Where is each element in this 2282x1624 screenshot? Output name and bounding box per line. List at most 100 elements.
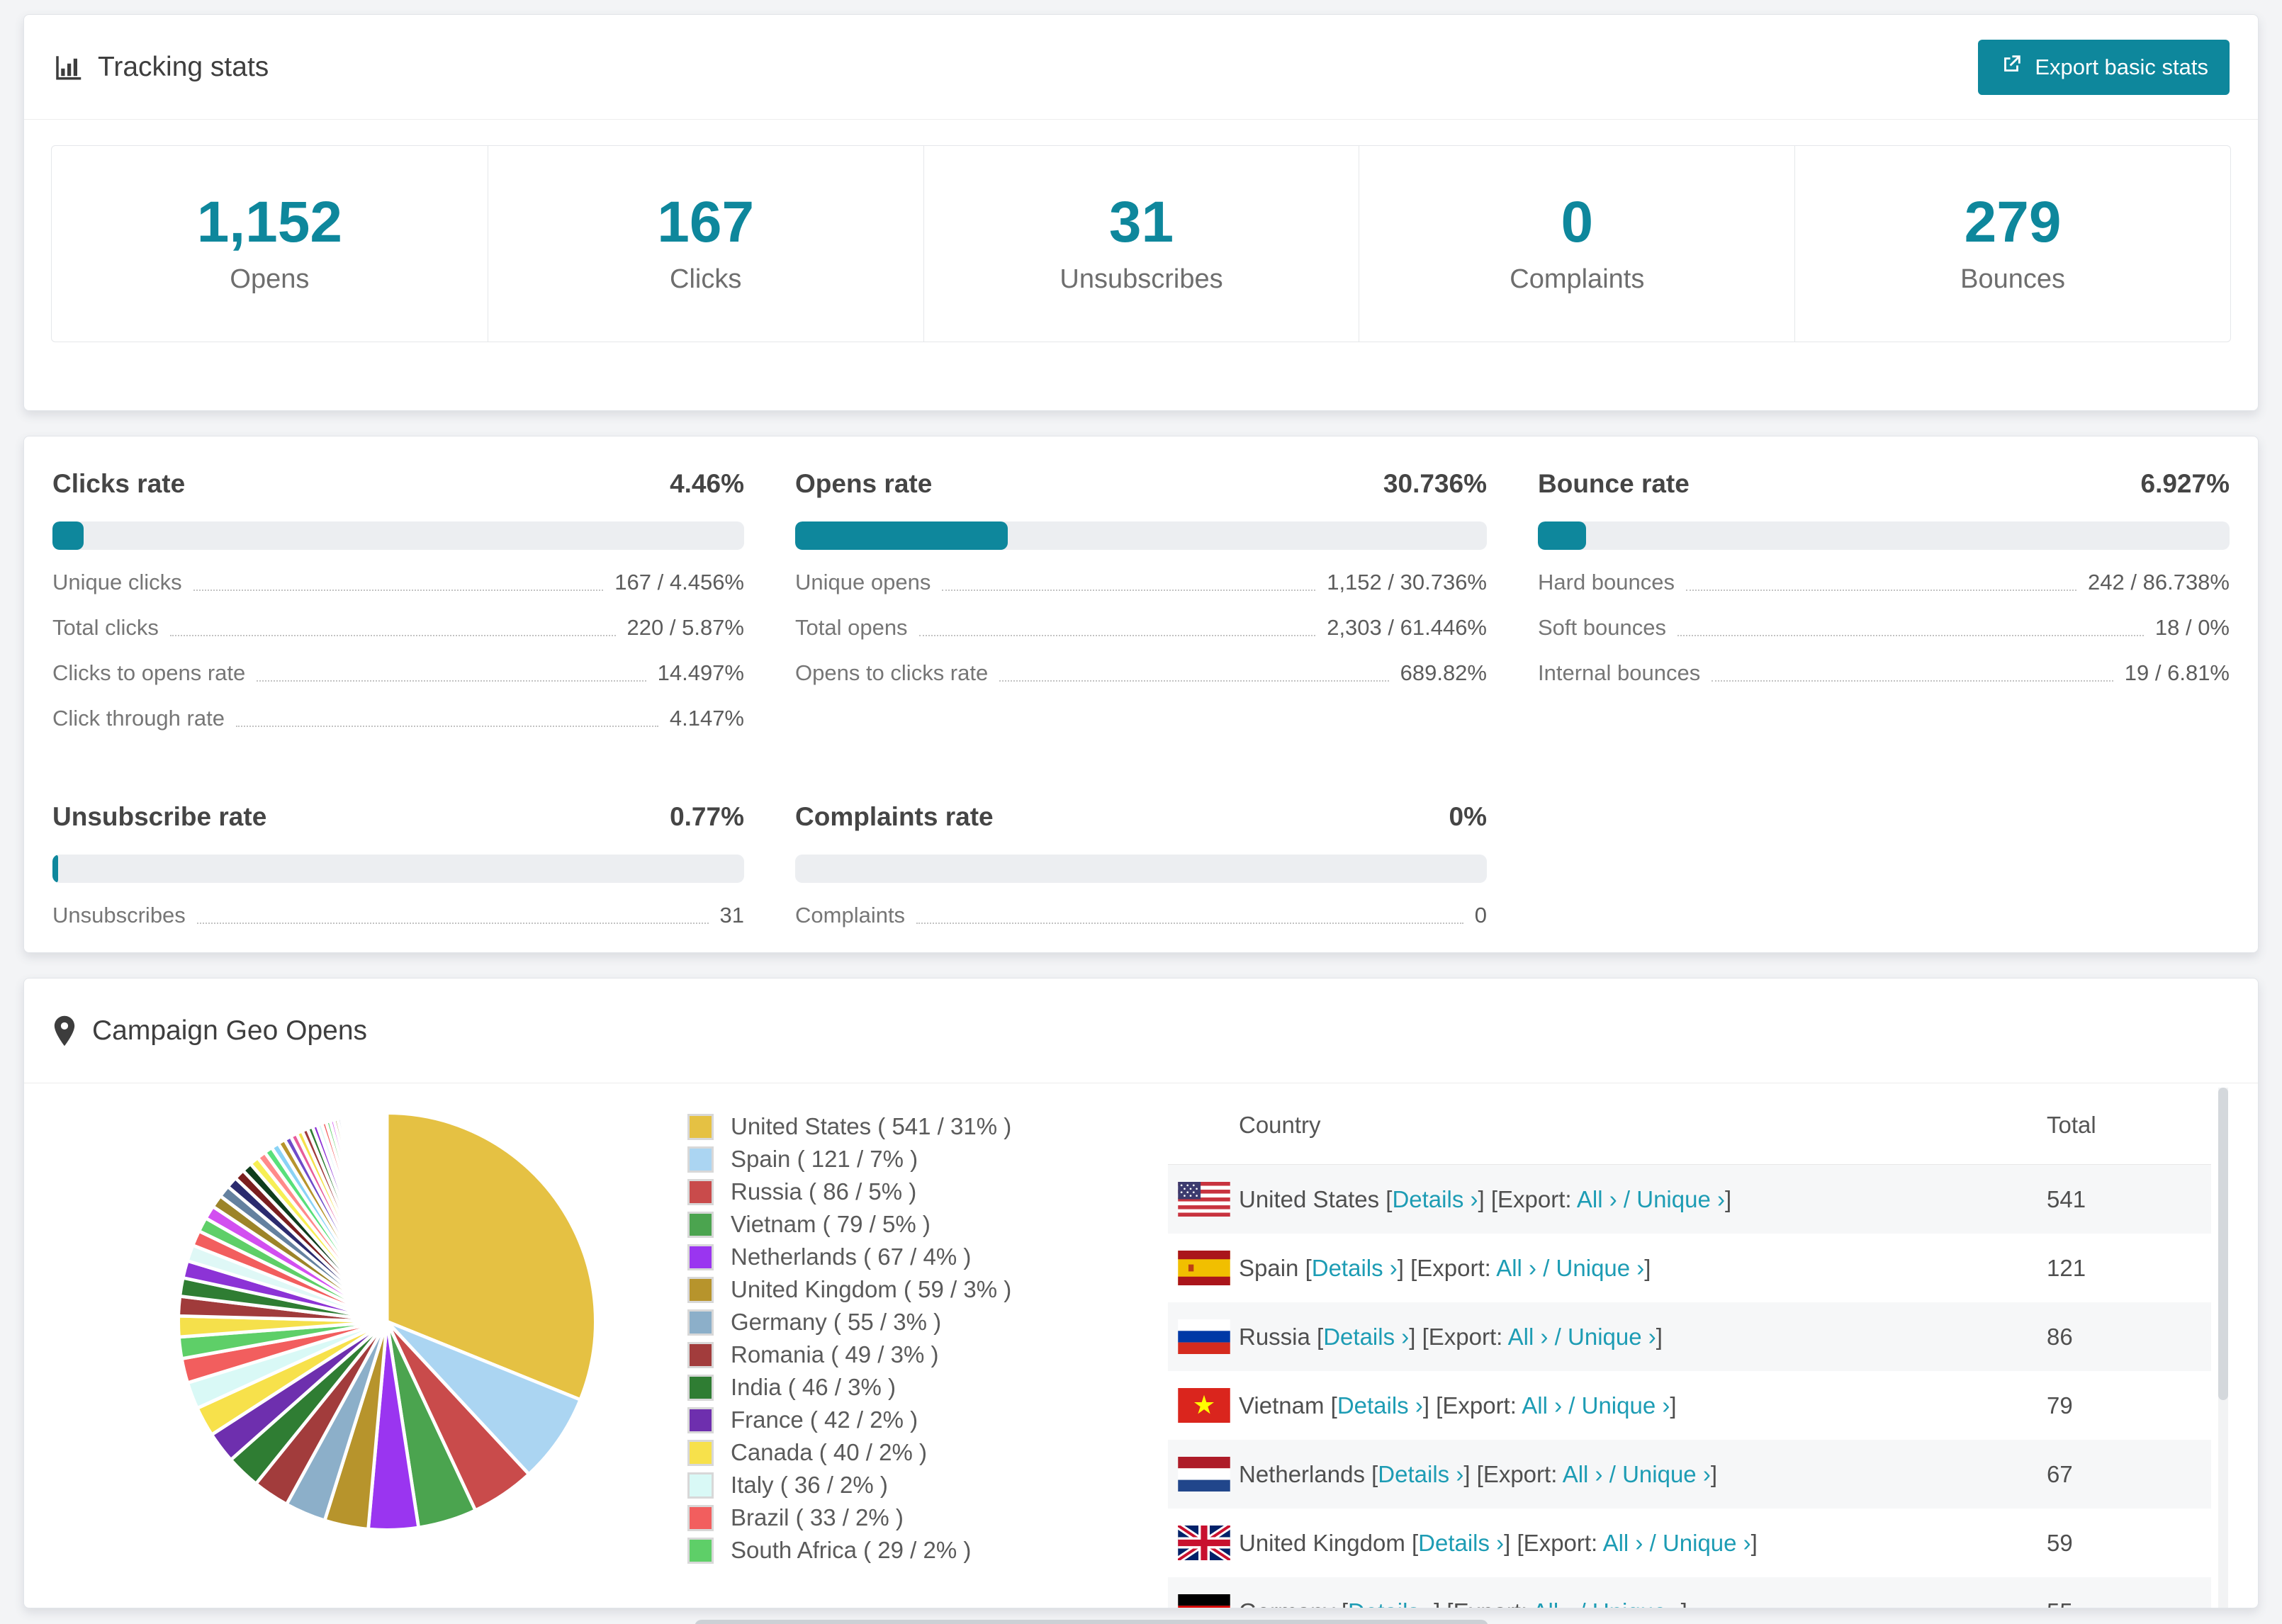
country-flag-icon	[1178, 1319, 1230, 1354]
details-link[interactable]: Details ›	[1392, 1186, 1478, 1212]
summary-label: Complaints	[1510, 264, 1645, 294]
country-cell: United Kingdom [Details ›] [Export: All …	[1239, 1529, 1758, 1556]
tracking-stats-title: Tracking stats	[52, 52, 269, 83]
rate-stat-value: 0	[1474, 903, 1487, 927]
rate-stat-value: 242 / 86.738%	[2088, 570, 2230, 594]
rate-stat-label: Hard bounces	[1538, 570, 1675, 594]
rate-value: 6.927%	[2140, 469, 2230, 498]
table-row: Germany [Details ›] [Export: All › / Uni…	[1168, 1577, 2211, 1608]
legend-label: Romania ( 49 / 3% )	[731, 1341, 939, 1368]
geo-content: United States ( 541 / 31% ) Spain ( 121 …	[24, 1083, 2258, 1608]
legend-swatch	[687, 1439, 714, 1466]
table-vertical-scrollbar[interactable]	[2218, 1088, 2228, 1608]
export-all-link[interactable]: All ›	[1496, 1255, 1536, 1281]
geo-opens-header: Campaign Geo Opens	[24, 979, 2258, 1083]
summary-cell: 0 Complaints	[1359, 146, 1794, 342]
rates-card: Clicks rate 4.46% Unique clicks 167 / 4.…	[23, 436, 2259, 953]
country-flag-icon	[1178, 1388, 1230, 1423]
tracking-stats-card: Tracking stats Export basic stats 1,152 …	[23, 14, 2259, 411]
total-cell: 79	[2047, 1392, 2073, 1419]
rate-stat-value: 689.82%	[1400, 660, 1487, 685]
rate-stat-label: Internal bounces	[1538, 660, 1701, 685]
rate-stat-label: Opens to clicks rate	[795, 660, 989, 685]
export-unique-link[interactable]: Unique ›	[1663, 1530, 1751, 1556]
rate-progress-bar	[52, 855, 744, 883]
export-all-link[interactable]: All ›	[1522, 1392, 1562, 1419]
export-basic-stats-button[interactable]: Export basic stats	[1978, 39, 2230, 95]
details-link[interactable]: Details ›	[1378, 1461, 1463, 1487]
rate-stat-row: Soft bounces 18 / 0%	[1538, 615, 2230, 641]
rate-progress-bar	[795, 855, 1487, 883]
legend-label: Spain ( 121 / 7% )	[731, 1146, 918, 1172]
export-unique-link[interactable]: Unique ›	[1636, 1186, 1725, 1212]
rate-stat-label: Total clicks	[52, 615, 159, 640]
legend-label: Brazil ( 33 / 2% )	[731, 1504, 904, 1530]
export-all-link[interactable]: All ›	[1577, 1186, 1617, 1212]
legend-label: Vietnam ( 79 / 5% )	[731, 1211, 931, 1237]
country-flag-icon	[1178, 1251, 1230, 1285]
geo-opens-title: Campaign Geo Opens	[52, 1015, 367, 1047]
table-row: United Kingdom [Details ›] [Export: All …	[1168, 1509, 2211, 1577]
rate-block: Clicks rate 4.46% Unique clicks 167 / 4.…	[52, 469, 744, 731]
rate-stat-value: 220 / 5.87%	[626, 615, 744, 640]
legend-label: Netherlands ( 67 / 4% )	[731, 1244, 972, 1270]
table-scrollbar-thumb[interactable]	[2218, 1088, 2228, 1401]
summary-strip: 1,152 Opens 167 Clicks 31 Unsubscribes 0…	[51, 145, 2231, 342]
legend-swatch	[687, 1472, 714, 1499]
country-flag-icon	[1178, 1182, 1230, 1217]
legend-swatch	[687, 1146, 714, 1173]
export-all-link[interactable]: All ›	[1603, 1530, 1643, 1556]
details-link[interactable]: Details ›	[1348, 1598, 1434, 1608]
export-unique-link[interactable]: Unique ›	[1592, 1598, 1681, 1608]
rate-title: Bounce rate	[1538, 469, 1690, 498]
legend-item: Russia ( 86 / 5% )	[687, 1178, 1147, 1205]
rate-stat-value: 18 / 0%	[2154, 615, 2230, 640]
country-cell: Vietnam [Details ›] [Export: All › / Uni…	[1239, 1392, 1677, 1419]
export-all-link[interactable]: All ›	[1508, 1324, 1548, 1350]
legend-item: Brazil ( 33 / 2% )	[687, 1504, 1147, 1531]
rate-stat-value: 167 / 4.456%	[614, 570, 744, 594]
legend-label: South Africa ( 29 / 2% )	[731, 1537, 972, 1563]
legend-item: Romania ( 49 / 3% )	[687, 1341, 1147, 1368]
export-unique-link[interactable]: Unique ›	[1556, 1255, 1645, 1281]
legend-swatch	[687, 1504, 714, 1531]
legend-swatch	[687, 1537, 714, 1564]
summary-cell: 1,152 Opens	[52, 146, 488, 342]
rate-block: Complaints rate 0% Complaints 0	[795, 802, 1487, 928]
horizontal-scrollbar-thumb[interactable]	[695, 1620, 1488, 1624]
rate-stat-row: Complaints 0	[795, 903, 1487, 928]
export-unique-link[interactable]: Unique ›	[1622, 1461, 1711, 1487]
geo-table: Country Total United States [Details ›] …	[1168, 1088, 2230, 1608]
rate-block: Unsubscribe rate 0.77% Unsubscribes 31	[52, 802, 744, 928]
legend-label: Italy ( 36 / 2% )	[731, 1472, 888, 1498]
legend-label: Germany ( 55 / 3% )	[731, 1309, 942, 1335]
details-link[interactable]: Details ›	[1323, 1324, 1409, 1350]
export-unique-link[interactable]: Unique ›	[1568, 1324, 1656, 1350]
rate-stat-label: Unique clicks	[52, 570, 182, 594]
rate-stat-label: Click through rate	[52, 706, 225, 731]
rate-value: 4.46%	[670, 469, 744, 498]
details-link[interactable]: Details ›	[1418, 1530, 1504, 1556]
export-unique-link[interactable]: Unique ›	[1582, 1392, 1670, 1419]
export-all-link[interactable]: All ›	[1563, 1461, 1603, 1487]
details-link[interactable]: Details ›	[1312, 1255, 1398, 1281]
summary-label: Clicks	[670, 264, 742, 294]
rate-title: Unsubscribe rate	[52, 802, 267, 831]
export-all-link[interactable]: All ›	[1532, 1598, 1573, 1608]
rate-stat-label: Complaints	[795, 903, 906, 927]
country-cell: United States [Details ›] [Export: All ›…	[1239, 1185, 1732, 1212]
legend-item: Italy ( 36 / 2% )	[687, 1472, 1147, 1499]
legend-swatch	[687, 1276, 714, 1303]
details-link[interactable]: Details ›	[1337, 1392, 1423, 1419]
legend-label: Canada ( 40 / 2% )	[731, 1439, 927, 1465]
rate-value: 30.736%	[1383, 469, 1487, 498]
country-flag-icon	[1178, 1594, 1230, 1608]
rate-progress-bar	[52, 521, 744, 550]
rate-stat-row: Unique opens 1,152 / 30.736%	[795, 570, 1487, 595]
rate-stat-row: Click through rate 4.147%	[52, 706, 744, 731]
rate-stat-value: 4.147%	[669, 706, 744, 731]
rate-stat-value: 2,303 / 61.446%	[1327, 615, 1487, 640]
table-row: United States [Details ›] [Export: All ›…	[1168, 1165, 2211, 1234]
geo-opens-card: Campaign Geo Opens United States ( 541 /…	[23, 978, 2259, 1608]
rate-stat-row: Hard bounces 242 / 86.738%	[1538, 570, 2230, 595]
